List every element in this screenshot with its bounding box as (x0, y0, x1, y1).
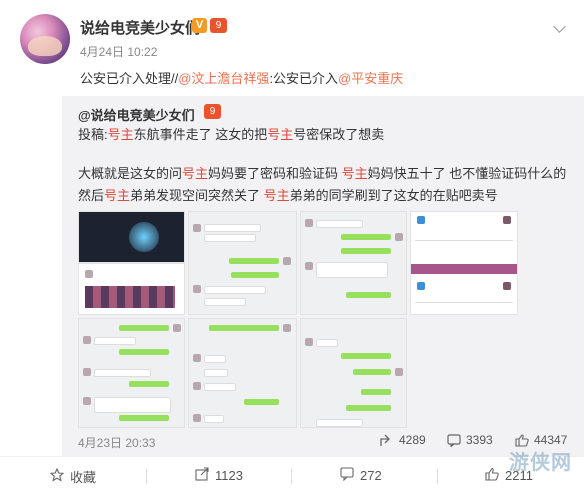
share-count: 4289 (399, 433, 426, 447)
repost-username[interactable]: @说给电竞美少女们 (78, 105, 195, 124)
comment-count: 272 (360, 468, 382, 483)
highlight-text: 号主 (182, 166, 209, 181)
image-thumbnail[interactable] (300, 211, 407, 315)
divider (146, 469, 147, 484)
verified-badge: V (192, 18, 207, 33)
share-icon (195, 467, 209, 484)
comment-button[interactable]: 272 (340, 467, 382, 484)
action-bar: 收藏 1123 272 2211 (0, 456, 584, 496)
favorite-button[interactable]: 收藏 (49, 467, 97, 486)
thumbs-up-icon (515, 433, 529, 447)
like-count: 44347 (534, 433, 568, 447)
comment-icon (447, 433, 461, 448)
comment-icon (340, 467, 354, 484)
comment-count: 3393 (466, 433, 493, 447)
avatar[interactable] (20, 14, 70, 64)
divider (291, 469, 292, 484)
repost-text-b: 东航事件走了 这女的把 (133, 127, 268, 142)
favorite-label: 收藏 (70, 470, 97, 485)
post-time[interactable]: 4月24日 10:22 (80, 43, 157, 60)
chevron-down-icon[interactable] (553, 20, 566, 33)
weibo-post-card: 说给电竞美少女们 V 9 4月24日 10:22 公安已介入处理//@汶上澹台祥… (0, 0, 584, 495)
level-badge: 9 (210, 18, 227, 33)
image-thumbnail[interactable] (78, 211, 185, 263)
highlight-text: 号主 (104, 188, 131, 203)
image-thumbnail[interactable] (78, 318, 185, 428)
highlight-text: 号主 (107, 127, 134, 142)
post-text-mid: :公安已介入 (269, 71, 339, 86)
post-text: 公安已介入处理//@汶上澹台祥强:公安已介入@平安重庆 (80, 68, 403, 87)
repost-para-a: 大概就是这女的问 (78, 166, 183, 181)
level-badge: 9 (204, 104, 221, 119)
repost-text-c: 号密保改了想卖 (293, 127, 385, 142)
highlight-text: 号主 (263, 188, 290, 203)
repost-share-stat[interactable]: 4289 (380, 433, 426, 447)
divider (437, 469, 438, 484)
repost-para-d: 弟弟发现空间突然关了 (130, 188, 264, 203)
repost-comment-stat[interactable]: 3393 (447, 433, 493, 448)
share-icon (380, 434, 394, 447)
highlight-text: 号主 (267, 127, 294, 142)
watermark: 游侠网 (509, 452, 572, 474)
repost-like-stat[interactable]: 44347 (515, 433, 567, 447)
repost-text: 投稿:号主东航事件走了 这女的把号主号密保改了想卖 大概就是这女的问号主妈妈要了… (78, 124, 573, 207)
image-thumbnail[interactable] (188, 211, 297, 315)
image-thumbnail[interactable] (300, 318, 407, 428)
share-button[interactable]: 1123 (195, 467, 243, 484)
repost-date[interactable]: 4月23日 20:33 (78, 434, 155, 451)
repost-text-a: 投稿: (78, 127, 108, 142)
reposted-content: @说给电竞美少女们 9 投稿:号主东航事件走了 这女的把号主号密保改了想卖 大概… (62, 96, 584, 456)
image-thumbnail[interactable] (188, 318, 297, 428)
mention-link[interactable]: @汶上澹台祥强 (178, 71, 269, 86)
star-icon (49, 467, 65, 485)
repost-para-e: 弟弟的同学刷到了这女的在贴吧卖号 (289, 188, 498, 203)
thumbs-up-icon (485, 467, 499, 484)
post-text-prefix: 公安已介入处理// (80, 71, 179, 86)
image-grid (78, 211, 518, 428)
repost-para-b: 妈妈要了密码和验证码 (208, 166, 342, 181)
image-thumbnail[interactable] (78, 263, 185, 315)
highlight-text: 号主 (341, 166, 368, 181)
mention-link[interactable]: @平安重庆 (338, 71, 403, 86)
share-count: 1123 (215, 468, 243, 483)
post-username[interactable]: 说给电竞美少女们 (80, 17, 200, 38)
image-thumbnail[interactable] (410, 211, 518, 315)
